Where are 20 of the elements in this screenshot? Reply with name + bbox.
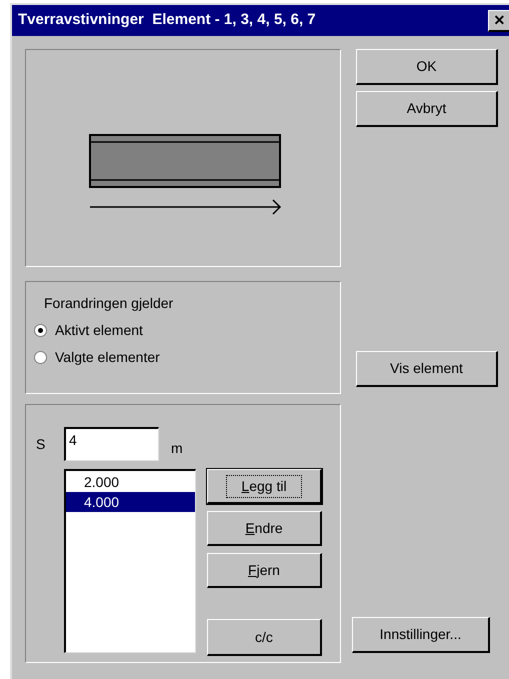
dialog-button[interactable]: Avbryt	[356, 91, 498, 127]
list-action-button[interactable]: Fjern	[207, 553, 322, 588]
settings-button[interactable]: Innstillinger...	[352, 617, 490, 653]
unit-label: m	[171, 438, 183, 458]
window-title: Tverravstivninger Element - 1, 3, 4, 5, 6, 7	[18, 10, 316, 30]
radio-button[interactable]	[34, 324, 47, 336]
spacing-label: S	[36, 434, 46, 454]
dialog-button[interactable]: OK	[356, 49, 498, 85]
list-item[interactable]: 4.000	[66, 492, 195, 512]
radio-label[interactable]: Aktivt element	[55, 321, 143, 339]
show-element-button[interactable]: Vis element	[356, 351, 498, 387]
list-action-button[interactable]: Legg til	[207, 469, 322, 504]
close-button[interactable]: ✕	[488, 10, 509, 32]
radio-button[interactable]	[34, 350, 47, 364]
cc-button[interactable]: c/c	[207, 619, 322, 656]
radio-label[interactable]: Valgte elementer	[55, 348, 160, 366]
list-action-button[interactable]: Endre	[207, 511, 322, 546]
spacing-input[interactable]: 4	[64, 427, 159, 461]
list-item[interactable]: 2.000	[66, 472, 195, 492]
group-label: Forandringen gjelder	[43, 294, 174, 312]
